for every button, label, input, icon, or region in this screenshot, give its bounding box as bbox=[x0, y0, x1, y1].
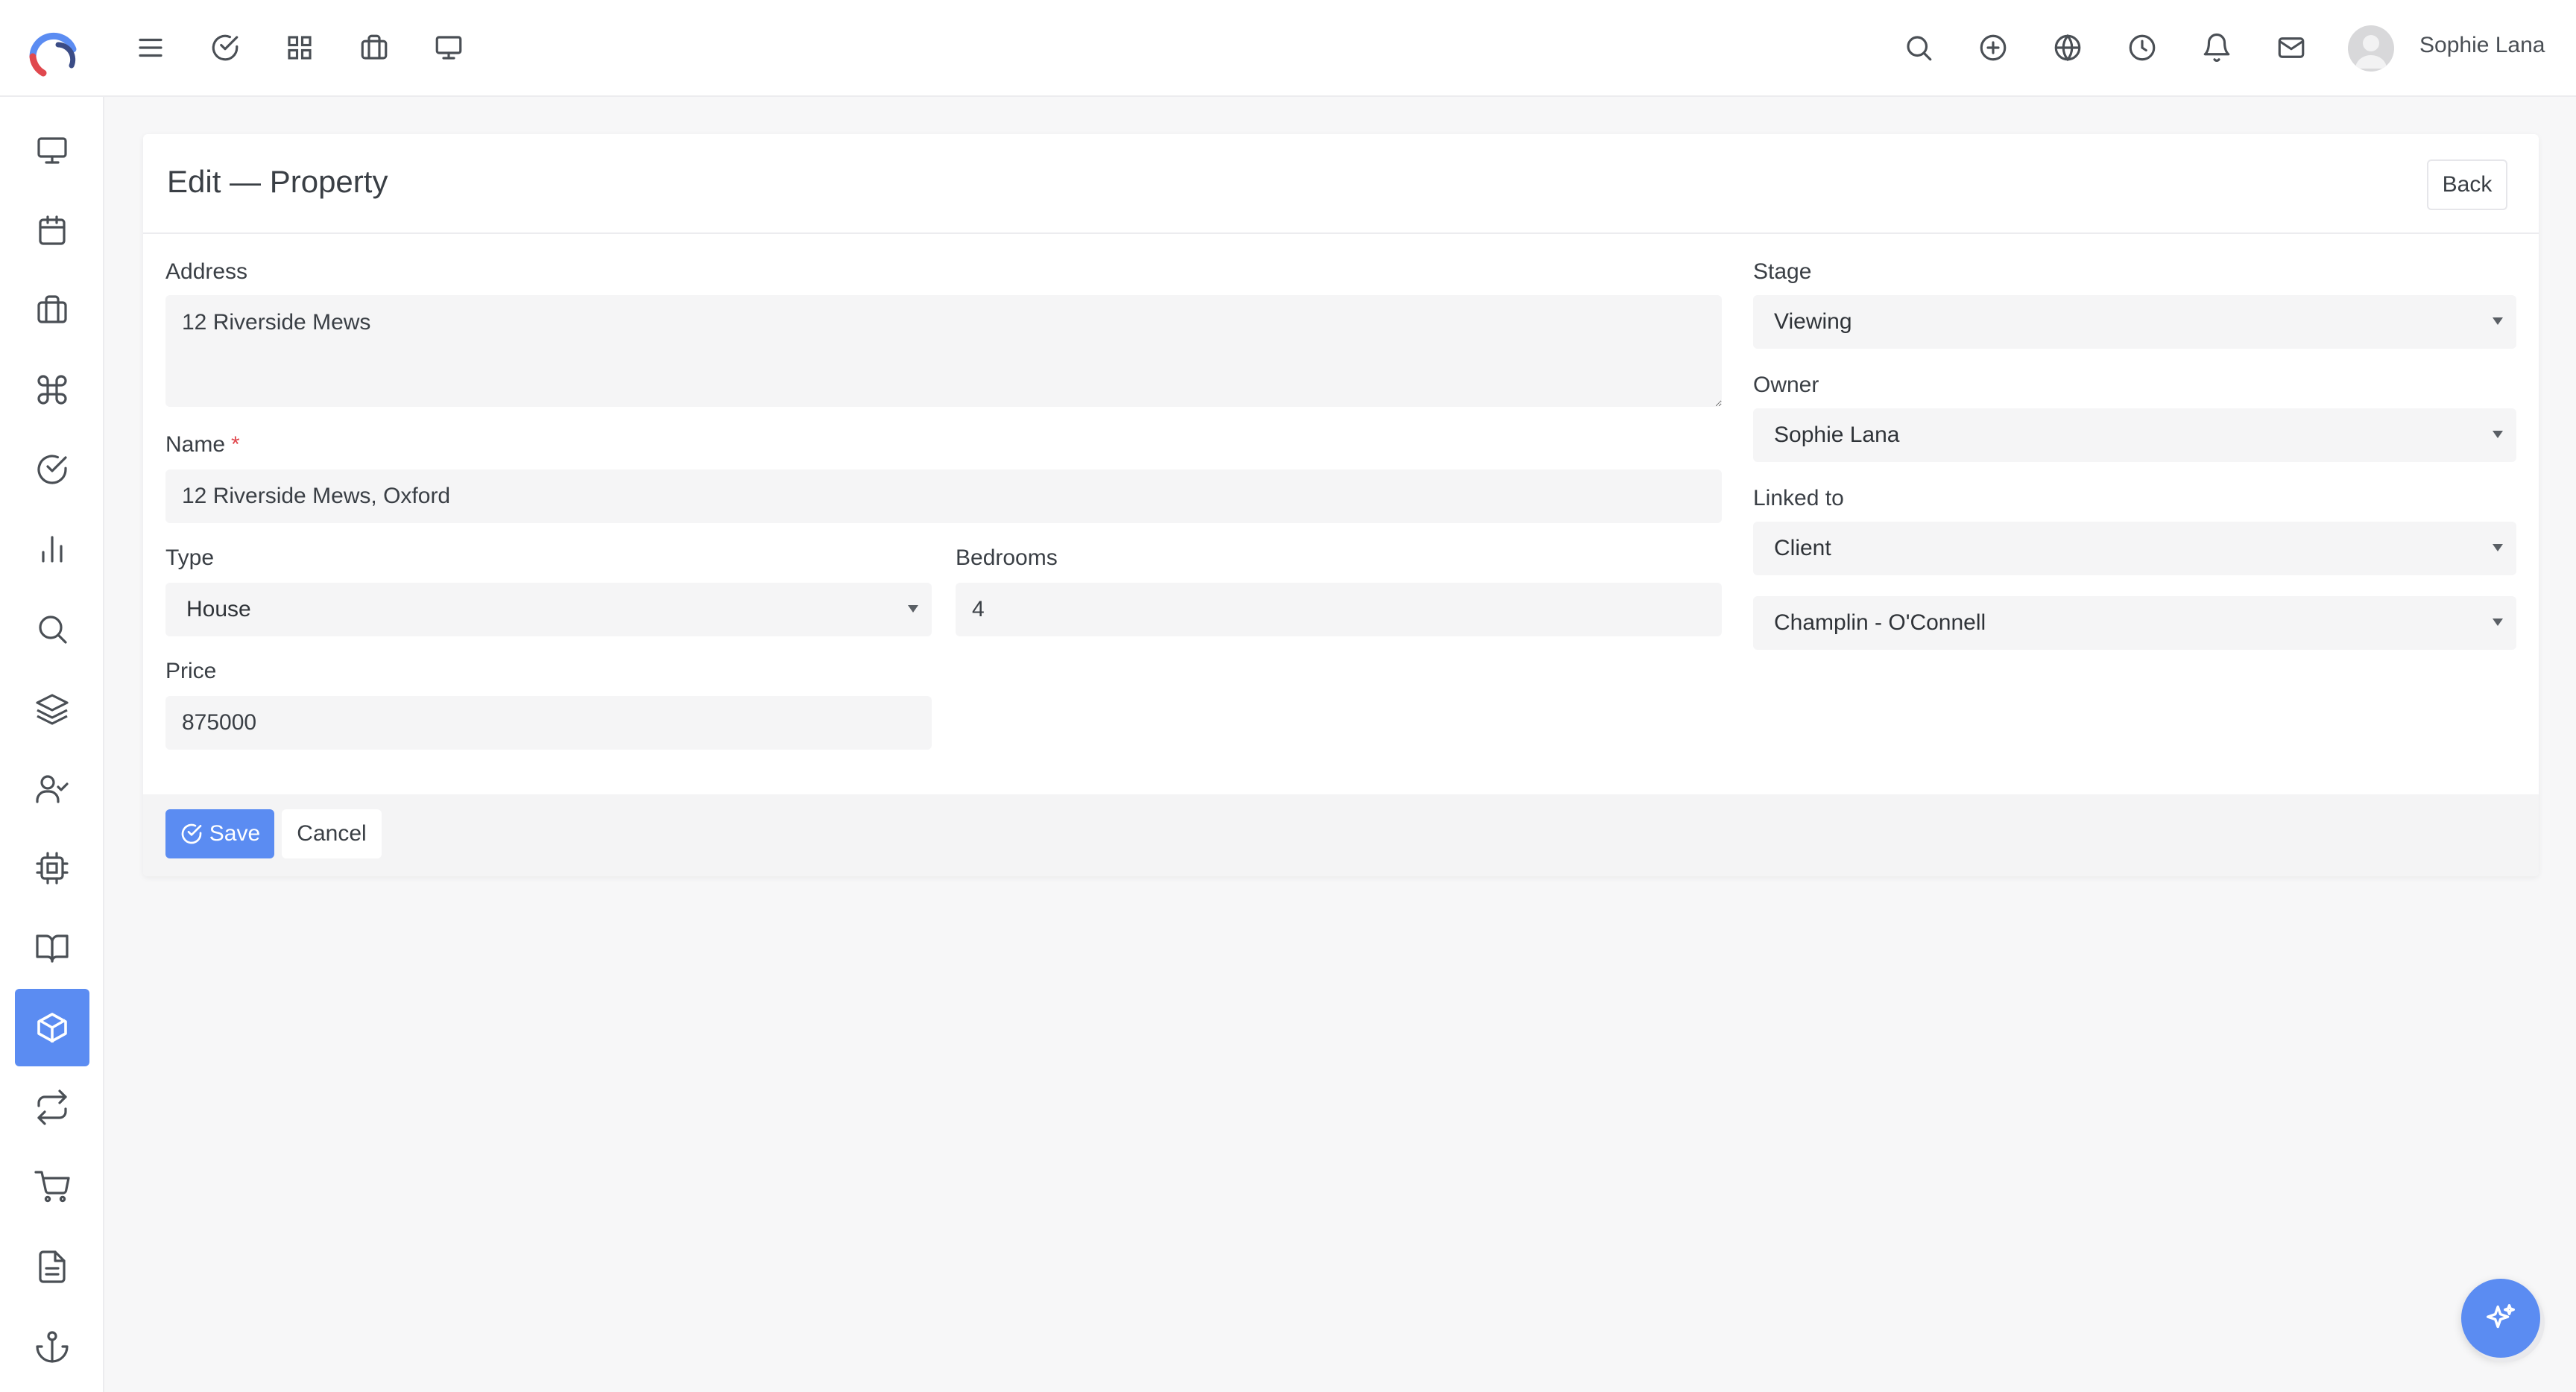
stage-label: Stage bbox=[1753, 259, 1812, 284]
linked-to-label: Linked to bbox=[1753, 486, 1844, 510]
cpu-icon bbox=[36, 852, 69, 885]
user-avatar[interactable] bbox=[2348, 25, 2394, 72]
type-label: Type bbox=[165, 545, 215, 570]
chevron-down-icon bbox=[2493, 317, 2503, 325]
sidebar-item-knowledge[interactable] bbox=[15, 909, 89, 987]
address-field[interactable]: 12 Riverside Mews bbox=[165, 295, 1722, 407]
linked-to-record-select[interactable]: Champlin - O'Connell bbox=[1753, 596, 2516, 650]
briefcase-icon bbox=[37, 295, 67, 323]
sidebar-item-anchor[interactable] bbox=[15, 1308, 89, 1385]
chevron-down-icon bbox=[908, 605, 918, 613]
sparkles-icon bbox=[2487, 1304, 2515, 1329]
package-icon bbox=[37, 1013, 67, 1043]
menu-icon[interactable] bbox=[131, 28, 170, 67]
stage-select-value: Viewing bbox=[1774, 309, 1852, 334]
globe-icon[interactable] bbox=[2048, 28, 2087, 67]
check-circle-icon bbox=[37, 455, 67, 484]
mail-icon[interactable] bbox=[2272, 28, 2311, 67]
calendar-icon bbox=[39, 215, 66, 245]
layers-icon bbox=[36, 694, 69, 725]
sidebar-item-monitor[interactable] bbox=[15, 112, 89, 189]
save-button[interactable]: Save bbox=[165, 809, 274, 858]
owner-select[interactable]: Sophie Lana bbox=[1753, 408, 2516, 462]
user-name[interactable]: Sophie Lana bbox=[2419, 33, 2545, 58]
check-circle-icon[interactable] bbox=[206, 28, 244, 67]
grid-icon[interactable] bbox=[280, 28, 319, 67]
briefcase-icon[interactable] bbox=[355, 28, 394, 67]
file-text-icon bbox=[39, 1250, 66, 1283]
bar-chart-icon bbox=[42, 536, 63, 563]
sidebar-item-modules[interactable] bbox=[15, 829, 89, 907]
sidebar bbox=[0, 97, 104, 1392]
chevron-down-icon bbox=[2493, 431, 2503, 438]
sidebar-item-reports[interactable] bbox=[15, 510, 89, 588]
sidebar-item-calendar[interactable] bbox=[15, 192, 89, 269]
bell-icon[interactable] bbox=[2197, 28, 2236, 67]
owner-label: Owner bbox=[1753, 373, 1819, 397]
repeat-icon bbox=[37, 1089, 67, 1125]
card-header: Edit — Property Back bbox=[143, 134, 2539, 234]
chevron-down-icon bbox=[2493, 619, 2503, 626]
book-open-icon bbox=[36, 934, 69, 963]
monitor-icon[interactable] bbox=[429, 28, 468, 67]
user-check-icon bbox=[36, 775, 69, 803]
chevron-down-icon bbox=[2493, 544, 2503, 551]
price-field[interactable] bbox=[165, 696, 932, 750]
sidebar-item-properties[interactable] bbox=[15, 989, 89, 1066]
sidebar-item-documents[interactable] bbox=[15, 1228, 89, 1306]
top-navigation-bar: Sophie Lana bbox=[0, 0, 2576, 97]
plus-circle-icon[interactable] bbox=[1974, 28, 2012, 67]
edit-property-card: Edit — Property Back Address 12 Riversid… bbox=[143, 134, 2539, 876]
page-title: Edit — Property bbox=[167, 164, 388, 199]
save-button-label: Save bbox=[209, 821, 261, 846]
check-circle-icon bbox=[181, 823, 202, 844]
bedrooms-label: Bedrooms bbox=[956, 545, 1058, 570]
command-icon bbox=[37, 375, 67, 405]
bedrooms-field[interactable] bbox=[956, 583, 1722, 636]
search-icon[interactable] bbox=[1899, 28, 1938, 67]
stage-select[interactable]: Viewing bbox=[1753, 295, 2516, 349]
name-label-text: Name bbox=[165, 432, 226, 457]
cancel-button[interactable]: Cancel bbox=[282, 809, 382, 858]
required-asterisk: * bbox=[231, 432, 240, 457]
sidebar-item-layers[interactable] bbox=[15, 670, 89, 747]
shopping-cart-icon bbox=[34, 1171, 70, 1203]
address-label: Address bbox=[165, 259, 248, 284]
price-label: Price bbox=[165, 659, 217, 683]
name-label: Name * bbox=[165, 432, 240, 458]
linked-to-type-select[interactable]: Client bbox=[1753, 522, 2516, 575]
app-logo[interactable] bbox=[28, 28, 78, 77]
monitor-icon bbox=[37, 137, 67, 164]
sidebar-item-command[interactable] bbox=[15, 351, 89, 428]
form-footer: Save Cancel bbox=[143, 794, 2539, 876]
sidebar-item-contacts[interactable] bbox=[15, 750, 89, 827]
linked-to-record-value: Champlin - O'Connell bbox=[1774, 610, 1986, 635]
search-icon bbox=[39, 616, 67, 644]
sidebar-item-tasks[interactable] bbox=[15, 431, 89, 508]
sidebar-item-briefcase[interactable] bbox=[15, 271, 89, 349]
ai-assistant-button[interactable] bbox=[2461, 1279, 2540, 1358]
linked-to-type-value: Client bbox=[1774, 536, 1831, 560]
anchor-icon bbox=[36, 1331, 69, 1363]
sidebar-item-search[interactable] bbox=[15, 590, 89, 668]
clock-icon[interactable] bbox=[2123, 28, 2162, 67]
name-field[interactable] bbox=[165, 469, 1722, 523]
type-select[interactable]: House bbox=[165, 583, 932, 636]
back-button[interactable]: Back bbox=[2427, 159, 2507, 210]
sidebar-item-sync[interactable] bbox=[15, 1069, 89, 1146]
type-select-value: House bbox=[186, 597, 251, 621]
sidebar-item-shop[interactable] bbox=[15, 1148, 89, 1226]
owner-select-value: Sophie Lana bbox=[1774, 423, 1900, 447]
